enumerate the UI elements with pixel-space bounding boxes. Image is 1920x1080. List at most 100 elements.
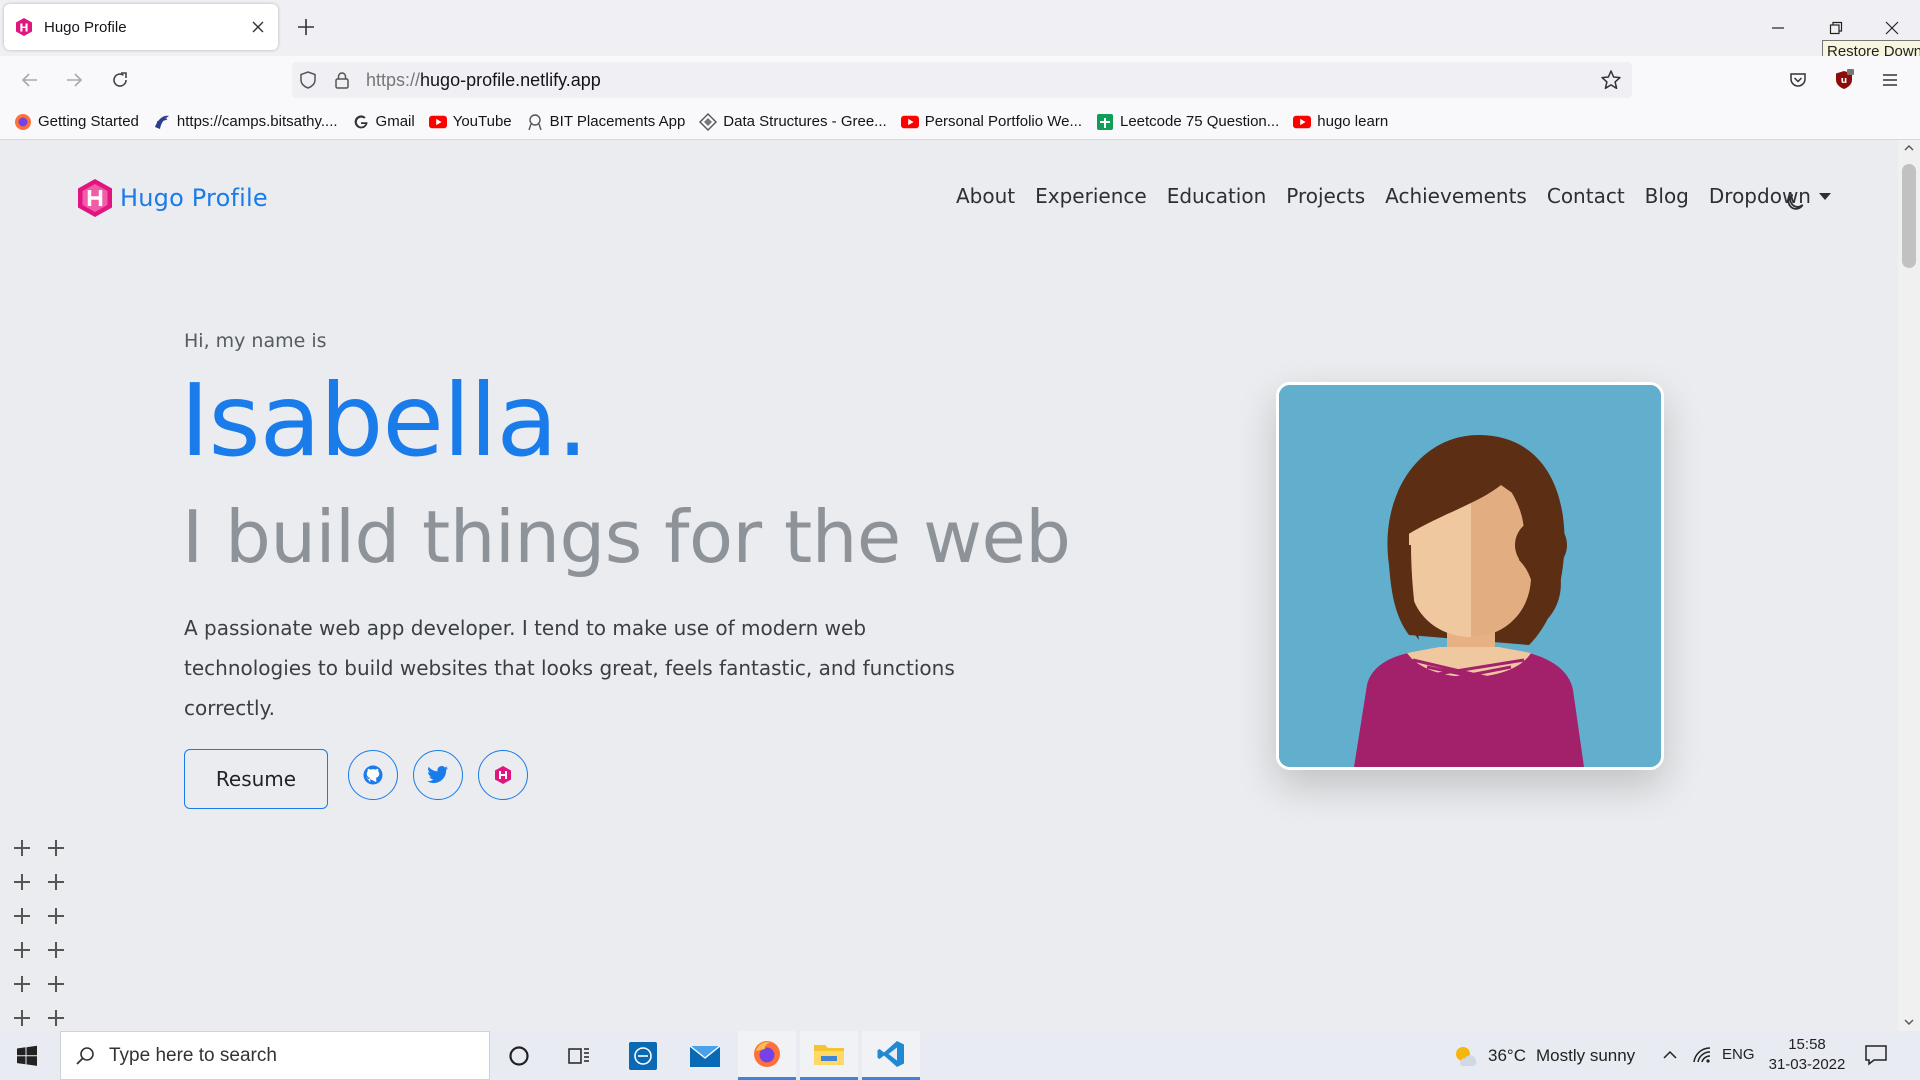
hero-name: Isabella. xyxy=(180,362,589,479)
scroll-up-icon[interactable] xyxy=(1903,142,1915,154)
scrollbar-thumb[interactable] xyxy=(1902,164,1916,268)
resume-button[interactable]: Resume xyxy=(184,749,328,809)
close-window-button[interactable] xyxy=(1878,14,1906,42)
taskbar-clock[interactable]: 15:58 31-03-2022 xyxy=(1762,1035,1852,1075)
scroll-down-icon[interactable] xyxy=(1903,1016,1915,1028)
bookmark-camps[interactable]: https://camps.bitsathy.... xyxy=(153,113,338,131)
plus-decoration xyxy=(14,1010,30,1026)
hugo-logo-icon xyxy=(78,179,112,217)
taskbar-file-explorer-app[interactable] xyxy=(800,1031,858,1080)
chevron-up-icon xyxy=(1663,1050,1677,1059)
plus-decoration xyxy=(48,874,64,890)
svg-text:u: u xyxy=(1841,76,1847,86)
twitter-link[interactable] xyxy=(413,750,463,800)
bookmark-bit-placements[interactable]: BIT Placements App xyxy=(526,113,685,131)
taskbar-vscode-app[interactable] xyxy=(862,1031,920,1080)
plus-decoration xyxy=(48,942,64,958)
avatar-illustration xyxy=(1279,385,1661,767)
bookmark-data-structures[interactable]: Data Structures - Gree... xyxy=(699,112,887,131)
network-button[interactable] xyxy=(1692,1046,1712,1064)
dell-app-icon xyxy=(629,1041,657,1070)
shield-icon[interactable] xyxy=(298,70,318,90)
hugo-icon xyxy=(495,766,511,784)
bookmark-star-icon[interactable] xyxy=(1600,69,1622,91)
show-hidden-icons-button[interactable] xyxy=(1662,1047,1678,1063)
task-view-button[interactable] xyxy=(550,1031,608,1080)
bookmark-label: Getting Started xyxy=(38,113,139,130)
notification-center-button[interactable] xyxy=(1864,1043,1888,1067)
twitter-icon xyxy=(427,766,449,784)
nav-achievements[interactable]: Achievements xyxy=(1385,184,1527,208)
nav-experience[interactable]: Experience xyxy=(1035,184,1147,208)
moon-icon xyxy=(1787,193,1804,210)
bookmark-getting-started[interactable]: Getting Started xyxy=(14,113,139,131)
theme-toggle-button[interactable] xyxy=(1786,190,1808,212)
navigation-toolbar: https://hugo-profile.netlify.app u xyxy=(0,56,1920,104)
forward-button[interactable] xyxy=(60,66,88,94)
bookmarks-toolbar: Getting Started https://camps.bitsathy..… xyxy=(0,104,1920,140)
nav-about[interactable]: About xyxy=(956,184,1015,208)
taskbar-mail-app[interactable] xyxy=(676,1031,734,1080)
tab-close-icon[interactable] xyxy=(248,17,268,37)
language-indicator[interactable]: ENG xyxy=(1722,1046,1755,1063)
nav-dropdown[interactable]: Dropdown xyxy=(1709,184,1831,208)
github-link[interactable] xyxy=(348,750,398,800)
hugo-link[interactable] xyxy=(478,750,528,800)
bookmark-label: Data Structures - Gree... xyxy=(723,113,887,130)
taskbar-search-box[interactable]: Type here to search xyxy=(60,1031,490,1080)
site-navigation: About Experience Education Projects Achi… xyxy=(956,184,1851,208)
plus-decoration xyxy=(48,840,64,856)
gfg-icon xyxy=(699,112,718,131)
bookmark-youtube[interactable]: YouTube xyxy=(428,113,512,131)
lock-icon[interactable] xyxy=(332,70,352,90)
profile-avatar-card xyxy=(1276,382,1664,770)
nav-contact[interactable]: Contact xyxy=(1547,184,1625,208)
forward-arrow-icon xyxy=(67,73,83,87)
sun-cloud-icon xyxy=(1456,1047,1477,1066)
plus-decoration xyxy=(14,874,30,890)
taskbar-dell-app[interactable] xyxy=(614,1031,672,1080)
github-icon xyxy=(363,765,383,785)
firefox-icon xyxy=(14,113,32,131)
clock-time: 15:58 xyxy=(1788,1036,1826,1053)
hero-description: A passionate web app developer. I tend t… xyxy=(184,616,955,720)
bookmark-label: Leetcode 75 Question... xyxy=(1119,113,1280,130)
address-bar[interactable]: https://hugo-profile.netlify.app xyxy=(292,62,1632,98)
notification-icon xyxy=(1865,1045,1887,1066)
page-scrollbar[interactable] xyxy=(1898,140,1920,1031)
task-view-icon xyxy=(568,1047,589,1064)
extension-button[interactable]: u xyxy=(1830,66,1858,94)
restore-button[interactable] xyxy=(1822,14,1850,42)
browser-tab[interactable]: H Hugo Profile xyxy=(4,4,278,50)
bookmark-gmail[interactable]: Gmail xyxy=(352,113,415,131)
url-text[interactable]: https://hugo-profile.netlify.app xyxy=(366,70,601,91)
minimize-button[interactable] xyxy=(1764,14,1792,42)
bookmark-label: Gmail xyxy=(375,113,415,130)
plus-decoration xyxy=(14,908,30,924)
reload-icon xyxy=(113,72,127,87)
start-button[interactable] xyxy=(16,1045,38,1067)
nav-education[interactable]: Education xyxy=(1167,184,1267,208)
site-brand-link[interactable]: Hugo Profile xyxy=(76,178,268,218)
nav-blog[interactable]: Blog xyxy=(1645,184,1689,208)
youtube-icon xyxy=(1293,113,1312,131)
new-tab-button[interactable] xyxy=(293,14,319,40)
cortana-button[interactable] xyxy=(490,1031,548,1080)
cortana-circle-icon xyxy=(509,1045,529,1066)
back-button[interactable] xyxy=(16,66,44,94)
reload-button[interactable] xyxy=(106,66,134,94)
bookmark-hugo-learn[interactable]: hugo learn xyxy=(1293,113,1388,131)
bookmark-personal-portfolio[interactable]: Personal Portfolio We... xyxy=(900,113,1082,131)
pocket-button[interactable] xyxy=(1784,66,1812,94)
wifi-icon xyxy=(1693,1047,1711,1063)
search-icon xyxy=(76,1046,94,1065)
menu-button[interactable] xyxy=(1876,66,1904,94)
nav-projects[interactable]: Projects xyxy=(1286,184,1365,208)
bookmark-leetcode[interactable]: Leetcode 75 Question... xyxy=(1096,113,1279,131)
bookmark-label: hugo learn xyxy=(1317,113,1389,130)
bookmark-label: Personal Portfolio We... xyxy=(924,113,1082,130)
taskbar-firefox-app[interactable] xyxy=(738,1031,796,1080)
weather-widget[interactable]: 36°C Mostly sunny xyxy=(1452,1043,1635,1069)
firefox-icon xyxy=(754,1041,780,1067)
weather-condition: Mostly sunny xyxy=(1535,1046,1636,1065)
